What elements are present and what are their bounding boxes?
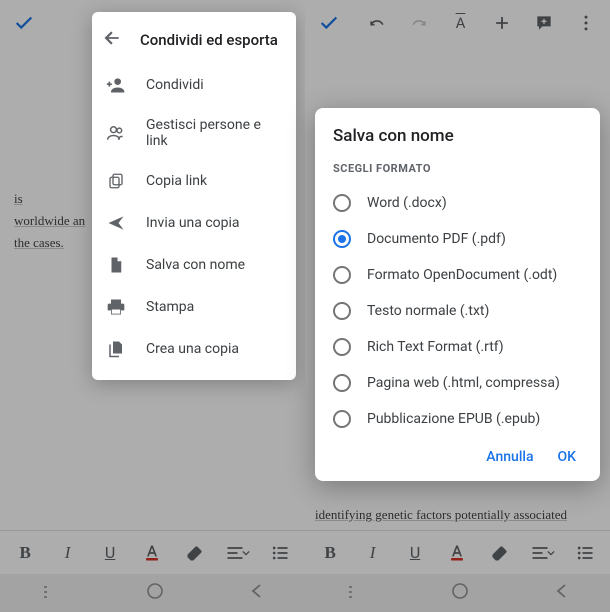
menu-item-manage[interactable]: Gestisci persone e link <box>92 106 296 160</box>
format-option-odt[interactable]: Formato OpenDocument (.odt) <box>333 257 582 293</box>
dialog-subtitle: SCEGLI FORMATO <box>333 162 582 175</box>
copy-link-icon <box>106 171 126 191</box>
menu-item-label: Stampa <box>146 299 194 315</box>
duplicate-icon <box>106 339 126 359</box>
option-label: Pubblicazione EPUB (.epub) <box>367 411 540 427</box>
radio-icon <box>333 374 351 392</box>
format-option-txt[interactable]: Testo normale (.txt) <box>333 293 582 329</box>
menu-item-label: Copia link <box>146 173 207 189</box>
menu-item-make-copy[interactable]: Crea una copia <box>92 328 296 370</box>
menu-item-label: Condividi <box>146 77 204 93</box>
menu-item-label: Gestisci persone e link <box>146 117 282 149</box>
share-export-menu: Condividi ed esporta Condividi Gestisci … <box>92 12 296 380</box>
radio-icon <box>333 410 351 428</box>
save-as-dialog: Salva con nome SCEGLI FORMATO Word (.doc… <box>315 108 600 481</box>
option-label: Documento PDF (.pdf) <box>367 231 506 247</box>
cancel-button[interactable]: Annulla <box>486 449 533 465</box>
format-option-html[interactable]: Pagina web (.html, compressa) <box>333 365 582 401</box>
option-label: Formato OpenDocument (.odt) <box>367 267 557 283</box>
file-icon <box>106 255 126 275</box>
menu-item-label: Invia una copia <box>146 215 240 231</box>
option-label: Testo normale (.txt) <box>367 303 489 319</box>
radio-icon <box>333 302 351 320</box>
format-option-pdf[interactable]: Documento PDF (.pdf) <box>333 221 582 257</box>
radio-icon <box>333 230 351 248</box>
format-option-rtf[interactable]: Rich Text Format (.rtf) <box>333 329 582 365</box>
back-icon[interactable] <box>102 28 122 52</box>
right-pane: A CHAPTER 6 identifying genetic factors … <box>305 0 610 612</box>
menu-item-share[interactable]: Condividi <box>92 64 296 106</box>
menu-item-label: Salva con nome <box>146 257 245 273</box>
option-label: Pagina web (.html, compressa) <box>367 375 560 391</box>
print-icon <box>106 297 126 317</box>
radio-icon <box>333 266 351 284</box>
format-option-docx[interactable]: Word (.docx) <box>333 185 582 221</box>
radio-icon <box>333 338 351 356</box>
menu-title: Condividi ed esporta <box>140 31 278 49</box>
menu-item-send-copy[interactable]: Invia una copia <box>92 202 296 244</box>
option-label: Rich Text Format (.rtf) <box>367 339 504 355</box>
option-label: Word (.docx) <box>367 195 447 211</box>
menu-item-label: Crea una copia <box>146 341 239 357</box>
menu-item-save-as[interactable]: Salva con nome <box>92 244 296 286</box>
person-add-icon <box>106 75 126 95</box>
left-pane: is worldwide an the cases. B I U C <box>0 0 305 612</box>
people-icon <box>106 123 126 143</box>
send-icon <box>106 213 126 233</box>
menu-item-print[interactable]: Stampa <box>92 286 296 328</box>
radio-icon <box>333 194 351 212</box>
ok-button[interactable]: OK <box>558 449 577 465</box>
format-option-epub[interactable]: Pubblicazione EPUB (.epub) <box>333 401 582 437</box>
dialog-title: Salva con nome <box>333 126 582 146</box>
menu-item-copy-link[interactable]: Copia link <box>92 160 296 202</box>
